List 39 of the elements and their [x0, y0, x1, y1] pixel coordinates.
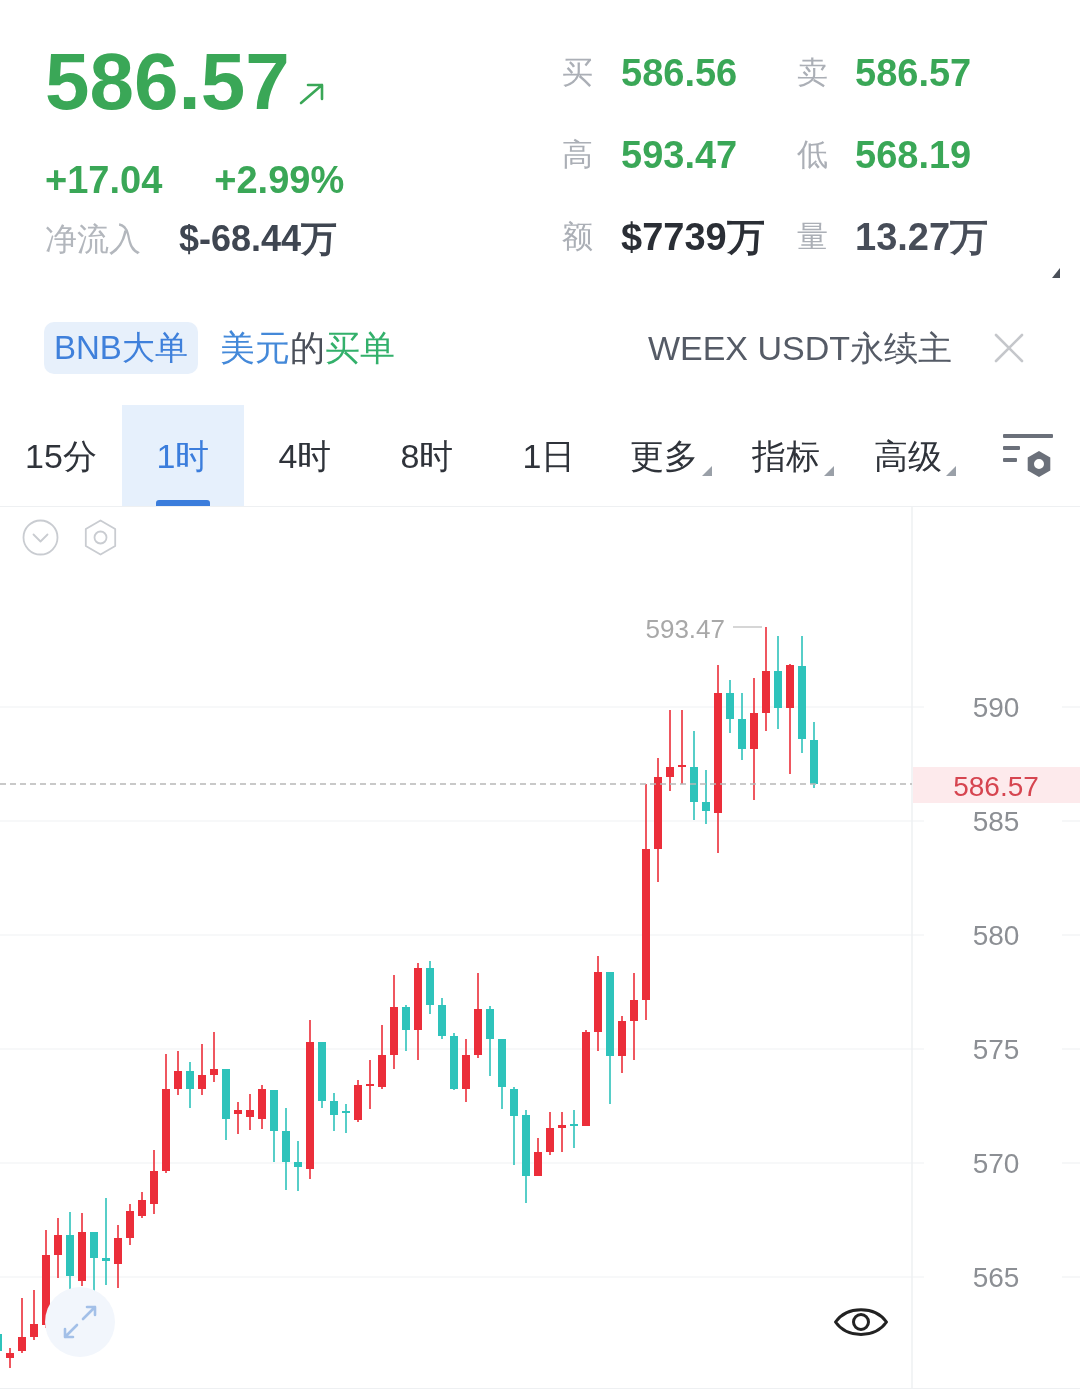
axis-label: 590	[972, 691, 1020, 723]
stat-label: 量	[797, 218, 829, 256]
stat-value: 13.27万	[855, 215, 990, 259]
last-price: 586.57	[45, 42, 290, 122]
high-price-label: 593.47	[645, 614, 725, 644]
interval-tab[interactable]: 高级	[854, 405, 976, 506]
stat-value: 586.57	[855, 51, 973, 95]
list-settings-icon[interactable]	[1003, 433, 1053, 478]
axis-label: 575	[972, 1033, 1020, 1065]
interval-tab[interactable]: 更多	[610, 405, 732, 506]
axis-label: 585	[972, 805, 1020, 837]
pair-ticker-text: WEEX USDT永续主	[647, 327, 952, 369]
interval-tab[interactable]: 1时	[122, 405, 244, 506]
stat-value: $7739万	[621, 215, 766, 259]
stat-value: 593.47	[621, 133, 739, 177]
interval-tab[interactable]: 指标	[732, 405, 854, 506]
corner-triangle-icon[interactable]	[1052, 268, 1060, 278]
interval-tab[interactable]: 8时	[366, 405, 488, 506]
expand-icon[interactable]	[45, 1287, 115, 1357]
axis-label: 565	[972, 1261, 1020, 1293]
net-inflow-label: 净流入	[45, 220, 141, 259]
percent-change: +2.99%	[214, 161, 345, 199]
stat-label: 卖	[797, 54, 829, 92]
axis-label: 580	[972, 919, 1020, 951]
stat-label: 高	[562, 136, 594, 174]
leader-line	[732, 626, 763, 628]
stat-label: 额	[562, 218, 594, 256]
stat-value: 568.19	[855, 133, 973, 177]
price-change: +17.04	[45, 161, 163, 199]
axis-label: 570	[972, 1147, 1020, 1179]
interval-tab[interactable]: 15分	[0, 405, 122, 506]
interval-tab[interactable]: 4时	[244, 405, 366, 506]
current-price-tag: 586.57	[913, 767, 1080, 803]
stat-label: 买	[562, 54, 594, 92]
interval-tab[interactable]: 1日	[488, 405, 610, 506]
stat-value: 586.56	[621, 51, 739, 95]
net-inflow-value: $-68.44万	[179, 219, 338, 259]
ticker-text: 美元的买单	[219, 326, 395, 369]
stat-label: 低	[797, 136, 829, 174]
